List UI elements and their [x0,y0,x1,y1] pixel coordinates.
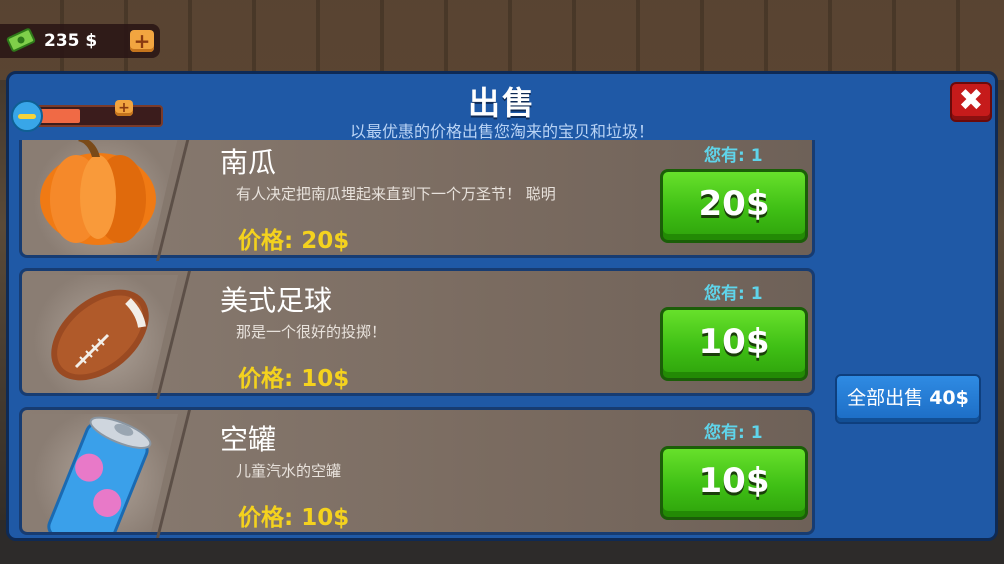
mascot-icon [11,100,43,132]
price-label: 价格: [238,505,294,531]
owned-count: 1 [750,423,763,443]
item-owned: 您有: 1 [704,418,763,443]
sell-button[interactable]: 10$ [660,446,808,520]
item-name: 美式足球 [220,284,333,317]
item-owned: 您有: 1 [704,279,763,304]
sell-button[interactable]: 10$ [660,307,808,381]
energy-bar: + [11,100,163,132]
sell-all-total: 40$ [929,387,969,409]
item-name: 南瓜 [220,146,277,179]
owned-count: 1 [750,146,763,166]
item-image-pumpkin [28,140,178,255]
money-amount: 235 $ [44,31,98,51]
price-value: 10$ [301,366,350,392]
owned-label: 您有: [704,423,745,443]
energy-fill [39,109,80,123]
sell-all-button[interactable]: 全部出售 40$ [835,374,981,424]
add-energy-button[interactable]: + [115,100,133,116]
pumpkin-icon [40,140,156,245]
sell-button[interactable]: 20$ [660,169,808,243]
item-list[interactable]: 南瓜 有人决定把南瓜埋起来直到下一个万圣节！ 聪明 价格: 20$ 您有: 1 … [19,140,819,538]
item-description: 那是一个很好的投掷！ [236,323,387,341]
item-image-can [28,414,178,532]
price-label: 价格: [238,228,294,254]
list-item: 美式足球 那是一个很好的投掷！ 价格: 10$ 您有: 1 10$ [19,268,815,399]
item-owned: 您有: 1 [704,141,763,166]
soda-can-icon [47,416,152,532]
owned-label: 您有: [704,284,745,304]
list-item: 空罐 儿童汽水的空罐 价格: 10$ 您有: 1 10$ [19,407,815,538]
item-description: 儿童汽水的空罐 [236,462,342,480]
item-price: 价格: 10$ [238,498,349,532]
energy-track [35,105,163,127]
item-image-football [28,275,178,393]
item-price: 价格: 20$ [238,221,349,255]
owned-count: 1 [750,284,763,304]
sell-all-label: 全部出售 [847,387,924,409]
close-button[interactable]: ✖ [950,82,992,122]
cash-icon [6,28,36,52]
owned-label: 您有: [704,146,745,166]
money-display: 235 $ + [0,24,160,58]
price-label: 价格: [238,366,294,392]
football-icon [51,289,149,381]
item-description: 有人决定把南瓜埋起来直到下一个万圣节！ 聪明 [236,185,556,203]
item-price: 价格: 10$ [238,359,349,393]
add-money-button[interactable]: + [130,30,154,52]
item-name: 空罐 [220,423,277,456]
price-value: 20$ [301,228,350,254]
list-item: 南瓜 有人决定把南瓜埋起来直到下一个万圣节！ 聪明 价格: 20$ 您有: 1 … [19,140,815,261]
sell-panel: 出售 以最优惠的价格出售您淘来的宝贝和垃圾！ ✖ + 南瓜 有人决定把南瓜埋起来… [6,71,998,541]
price-value: 10$ [301,505,350,531]
